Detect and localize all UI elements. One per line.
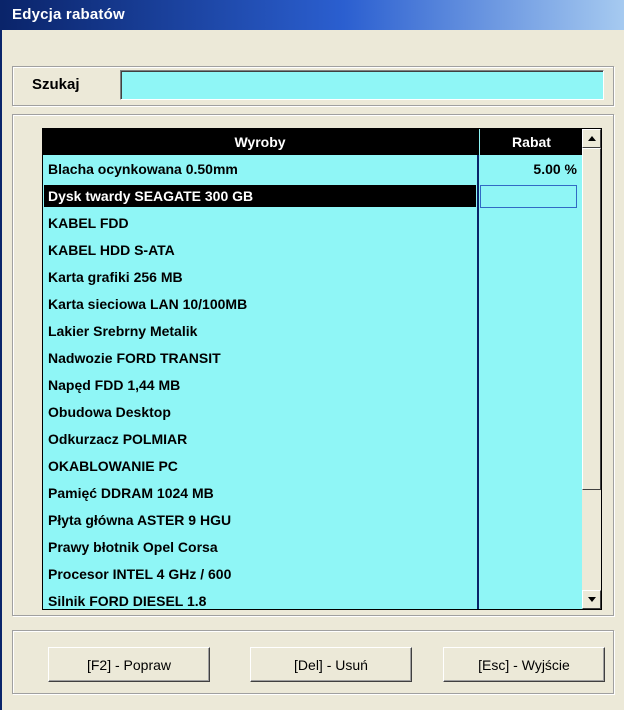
- table-row[interactable]: Blacha ocynkowana 0.50mm 5.00 %: [43, 156, 582, 183]
- table-rows: Blacha ocynkowana 0.50mm 5.00 % Dysk twa…: [43, 156, 582, 609]
- product-name-cell: Prawy błotnik Opel Corsa: [48, 539, 218, 555]
- table-row[interactable]: Nadwozie FORD TRANSIT: [43, 345, 582, 372]
- product-name-cell: Procesor INTEL 4 GHz / 600: [48, 566, 232, 582]
- product-name-cell: Karta grafiki 256 MB: [48, 269, 183, 285]
- table-row[interactable]: Karta sieciowa LAN 10/100MB: [43, 291, 582, 318]
- arrow-up-icon: [587, 136, 596, 141]
- product-name-cell: Płyta główna ASTER 9 HGU: [48, 512, 232, 528]
- edit-button[interactable]: [F2] - Popraw: [48, 647, 210, 682]
- product-name-cell: KABEL HDD S-ATA: [48, 242, 175, 258]
- product-name-cell: Odkurzacz POLMIAR: [48, 431, 188, 447]
- table-row[interactable]: Silnik FORD DIESEL 1.8: [43, 588, 582, 609]
- table-row[interactable]: Prawy błotnik Opel Corsa: [43, 534, 582, 561]
- product-name-cell: Obudowa Desktop: [48, 404, 171, 420]
- table-row[interactable]: Odkurzacz POLMIAR: [43, 426, 582, 453]
- exit-button[interactable]: [Esc] - Wyjście: [443, 647, 605, 682]
- table-row[interactable]: Lakier Srebrny Metalik: [43, 318, 582, 345]
- search-label: Szukaj: [32, 76, 80, 93]
- table-row[interactable]: Napęd FDD 1,44 MB: [43, 372, 582, 399]
- product-name-cell: Pamięć DDRAM 1024 MB: [48, 485, 214, 501]
- table-header: Wyroby Rabat: [43, 129, 582, 155]
- discount-cell[interactable]: 5.00 %: [479, 156, 577, 183]
- table-row[interactable]: Pamięć DDRAM 1024 MB: [43, 480, 582, 507]
- table-row[interactable]: Obudowa Desktop: [43, 399, 582, 426]
- product-name-cell: Nadwozie FORD TRANSIT: [48, 350, 221, 366]
- product-name-cell: Dysk twardy SEAGATE 300 GB: [48, 188, 254, 204]
- table-row[interactable]: KABEL HDD S-ATA: [43, 237, 582, 264]
- product-name-cell: Karta sieciowa LAN 10/100MB: [48, 296, 248, 312]
- window-title: Edycja rabatów: [2, 0, 624, 30]
- column-header-product[interactable]: Wyroby: [43, 129, 477, 155]
- product-name-cell: KABEL FDD: [48, 215, 129, 231]
- vertical-scrollbar[interactable]: [582, 129, 601, 609]
- table-row[interactable]: Płyta główna ASTER 9 HGU: [43, 507, 582, 534]
- scroll-up-button[interactable]: [582, 129, 601, 148]
- product-name-cell: Silnik FORD DIESEL 1.8: [48, 593, 207, 609]
- discount-editor-window: Edycja rabatów Szukaj Wyroby Rabat Blach…: [0, 0, 624, 710]
- table-row[interactable]: KABEL FDD: [43, 210, 582, 237]
- table-row[interactable]: Procesor INTEL 4 GHz / 600: [43, 561, 582, 588]
- delete-button[interactable]: [Del] - Usuń: [250, 647, 412, 682]
- active-discount-cell[interactable]: [480, 185, 577, 208]
- discount-table: Wyroby Rabat Blacha ocynkowana 0.50mm 5.…: [42, 128, 602, 610]
- product-name-cell: OKABLOWANIE PC: [48, 458, 178, 474]
- scrollbar-thumb[interactable]: [582, 148, 601, 490]
- column-header-discount[interactable]: Rabat: [479, 129, 583, 155]
- product-name-cell: Blacha ocynkowana 0.50mm: [48, 161, 238, 177]
- scroll-down-button[interactable]: [582, 590, 601, 609]
- search-input[interactable]: [120, 70, 604, 100]
- table-row[interactable]: Karta grafiki 256 MB: [43, 264, 582, 291]
- arrow-down-icon: [587, 597, 596, 602]
- table-row-selected[interactable]: Dysk twardy SEAGATE 300 GB: [43, 183, 582, 210]
- product-name-cell: Napęd FDD 1,44 MB: [48, 377, 181, 393]
- product-name-cell: Lakier Srebrny Metalik: [48, 323, 198, 339]
- table-row[interactable]: OKABLOWANIE PC: [43, 453, 582, 480]
